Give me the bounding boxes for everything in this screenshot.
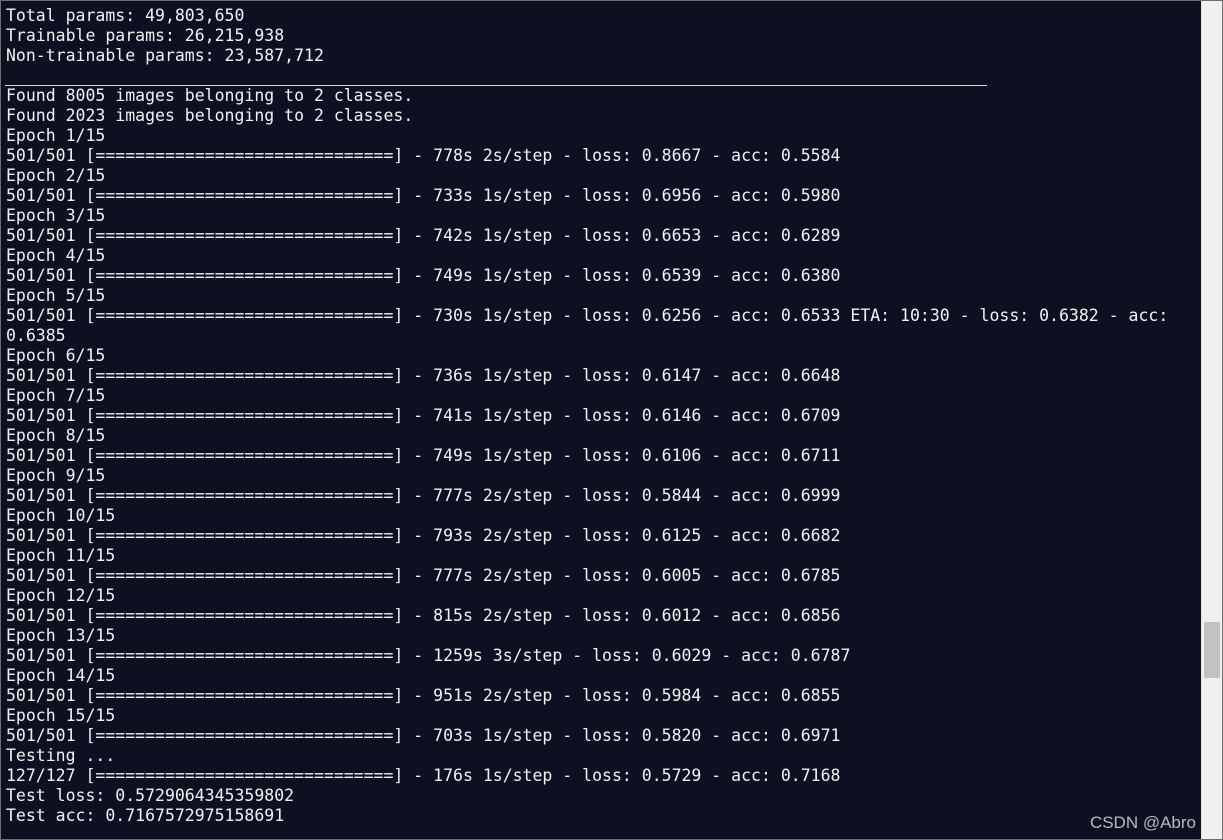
terminal-line: Total params: 49,803,650	[6, 6, 245, 25]
terminal-line: Trainable params: 26,215,938	[6, 26, 285, 45]
terminal-line: 127/127 [==============================]…	[6, 766, 841, 785]
terminal-line: Epoch 15/15	[6, 706, 116, 725]
vertical-scrollbar[interactable]	[1201, 1, 1222, 839]
terminal-line: Epoch 12/15	[6, 586, 116, 605]
terminal-line: Epoch 1/15	[6, 126, 106, 145]
terminal-line: Epoch 8/15	[6, 426, 106, 445]
terminal-line: 501/501 [==============================]…	[6, 146, 841, 165]
terminal-line: Epoch 13/15	[6, 626, 116, 645]
terminal-line: Epoch 11/15	[6, 546, 116, 565]
terminal-line: 501/501 [==============================]…	[6, 526, 841, 545]
terminal-output[interactable]: Total params: 49,803,650 Trainable params…	[1, 1, 1201, 839]
terminal-lines: Total params: 49,803,650 Trainable params…	[6, 6, 1198, 826]
terminal-line: Found 2023 images belonging to 2 classes…	[6, 106, 414, 125]
watermark: CSDN @Abro	[1089, 813, 1196, 832]
terminal-line: Epoch 7/15	[6, 386, 106, 405]
terminal-line: 501/501 [==============================]…	[6, 446, 841, 465]
terminal-line: Epoch 2/15	[6, 166, 106, 185]
terminal-window: Total params: 49,803,650 Trainable params…	[0, 0, 1223, 840]
terminal-line: 501/501 [==============================]…	[6, 406, 841, 425]
terminal-line: 501/501 [==============================]…	[6, 366, 841, 385]
terminal-line: Epoch 10/15	[6, 506, 116, 525]
terminal-line: Epoch 5/15	[6, 286, 106, 305]
terminal-line: 501/501 [==============================]…	[6, 646, 851, 665]
terminal-line: Epoch 3/15	[6, 206, 106, 225]
terminal-line: 501/501 [==============================]…	[6, 486, 841, 505]
terminal-line: 0.6385	[6, 326, 66, 345]
terminal-line: 501/501 [==============================]…	[6, 606, 841, 625]
terminal-line: 501/501 [==============================]…	[6, 226, 841, 245]
terminal-line: Non-trainable params: 23,587,712	[6, 46, 324, 65]
terminal-line: 501/501 [==============================]…	[6, 306, 1169, 325]
terminal-line: 501/501 [==============================]…	[6, 186, 841, 205]
terminal-line: Epoch 4/15	[6, 246, 106, 265]
terminal-line: Found 8005 images belonging to 2 classes…	[6, 86, 414, 105]
terminal-line: Epoch 14/15	[6, 666, 116, 685]
terminal-line: Test loss: 0.5729064345359802	[6, 786, 295, 805]
scroll-thumb[interactable]	[1204, 622, 1220, 678]
terminal-line: 501/501 [==============================]…	[6, 726, 841, 745]
terminal-line: Test acc: 0.7167572975158691	[6, 806, 285, 825]
terminal-line: Epoch 9/15	[6, 466, 106, 485]
terminal-line: Epoch 6/15	[6, 346, 106, 365]
terminal-line: 501/501 [==============================]…	[6, 686, 841, 705]
terminal-line: 501/501 [==============================]…	[6, 566, 841, 585]
terminal-line: Testing ...	[6, 746, 116, 765]
terminal-line: 501/501 [==============================]…	[6, 266, 841, 285]
